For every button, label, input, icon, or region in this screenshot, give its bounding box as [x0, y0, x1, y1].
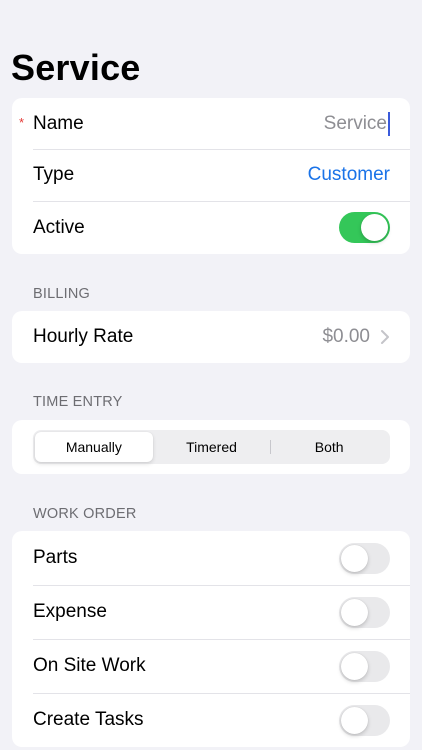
text-cursor: [388, 111, 390, 136]
on-site-work-toggle[interactable]: [339, 650, 390, 682]
time-entry-segmented-control: Manually Timered Both: [33, 430, 390, 464]
parts-label: Parts: [33, 547, 78, 568]
active-row: Active: [12, 201, 410, 254]
name-label: Name: [33, 112, 84, 134]
hourly-rate-value: $0.00: [322, 326, 370, 347]
chevron-right-icon: [381, 330, 389, 344]
name-input-wrap: [237, 111, 390, 136]
type-label: Type: [33, 164, 75, 185]
name-input[interactable]: [237, 112, 387, 135]
work-order-card: Parts Expense On Site Work Create Tasks: [12, 531, 410, 747]
toggle-knob: [341, 544, 368, 572]
parts-toggle[interactable]: [339, 542, 390, 574]
hourly-rate-label: Hourly Rate: [33, 326, 134, 347]
general-card: * Name Type Customer Active: [12, 98, 410, 254]
create-tasks-row: Create Tasks: [12, 693, 410, 747]
billing-card: Hourly Rate $0.00: [12, 311, 410, 363]
expense-row: Expense: [12, 585, 410, 639]
hourly-rate-row[interactable]: Hourly Rate $0.00: [12, 311, 410, 363]
billing-header: BILLING: [33, 286, 91, 302]
segment-both[interactable]: Both: [270, 432, 388, 462]
create-tasks-toggle[interactable]: [339, 704, 390, 736]
on-site-work-label: On Site Work: [33, 655, 146, 676]
active-toggle[interactable]: [339, 212, 390, 243]
toggle-knob: [341, 706, 368, 734]
toggle-knob: [341, 652, 368, 680]
name-row: * Name: [12, 98, 410, 149]
toggle-knob: [361, 214, 388, 241]
segment-manually[interactable]: Manually: [35, 432, 153, 462]
segment-timered[interactable]: Timered: [153, 432, 271, 462]
expense-label: Expense: [33, 601, 107, 622]
type-row[interactable]: Type Customer: [12, 149, 410, 201]
active-label: Active: [33, 216, 85, 238]
toggle-knob: [341, 598, 368, 626]
work-order-header: WORK ORDER: [33, 506, 137, 522]
time-entry-card: Manually Timered Both: [12, 420, 410, 474]
on-site-work-row: On Site Work: [12, 639, 410, 693]
page-title: Service: [11, 47, 141, 88]
expense-toggle[interactable]: [339, 596, 390, 628]
parts-row: Parts: [12, 531, 410, 585]
create-tasks-label: Create Tasks: [33, 709, 144, 730]
time-entry-header: TIME ENTRY: [33, 394, 123, 410]
required-indicator: *: [19, 115, 25, 130]
type-value[interactable]: Customer: [308, 164, 390, 186]
